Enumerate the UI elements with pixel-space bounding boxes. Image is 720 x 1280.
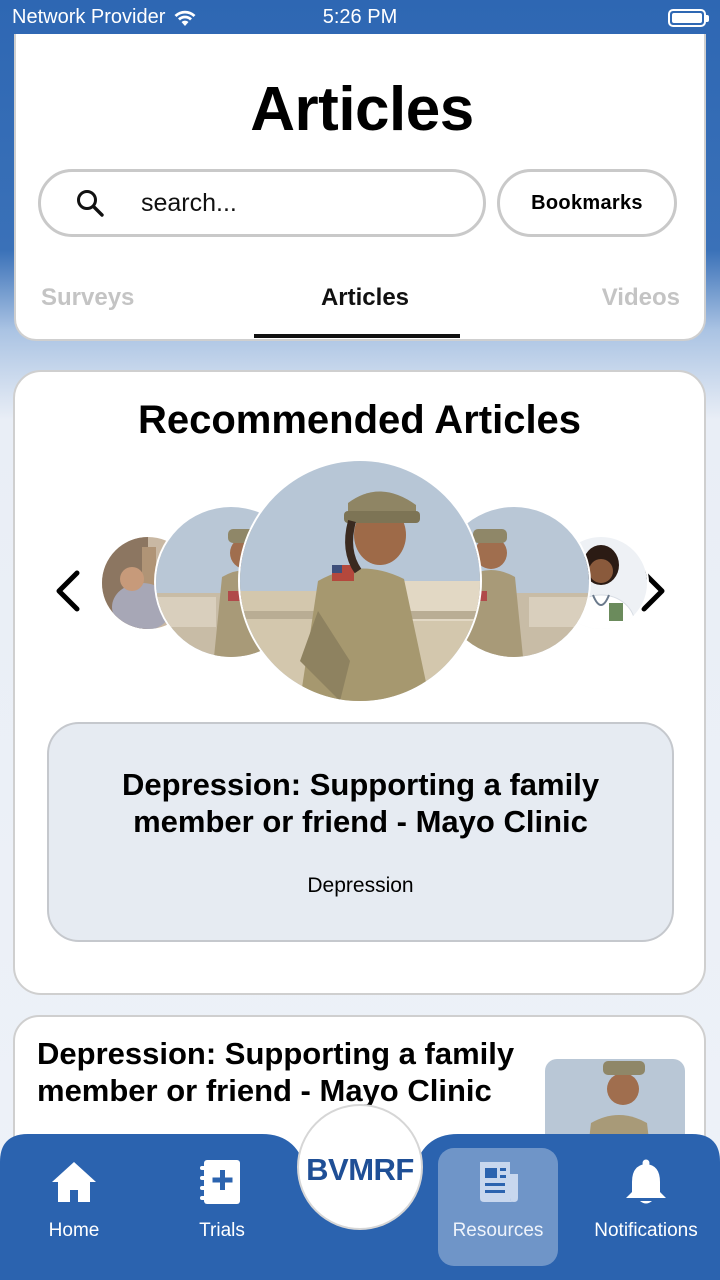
nav-notifications-label: Notifications	[594, 1220, 698, 1241]
resources-icon	[480, 1162, 518, 1202]
nav-home[interactable]: Home	[4, 1134, 144, 1280]
brand-logo-text: BVMRF	[306, 1152, 414, 1187]
search-icon	[77, 190, 104, 217]
bookmarks-button[interactable]: Bookmarks	[497, 169, 677, 237]
nav-trials-label: Trials	[199, 1220, 245, 1241]
search-box[interactable]	[38, 169, 486, 237]
status-bar: Network Provider 5:26 PM	[0, 0, 720, 36]
tab-videos[interactable]: Videos	[602, 284, 680, 312]
chevron-left-icon[interactable]	[51, 568, 85, 614]
active-tab-indicator	[254, 334, 460, 338]
nav-resources-label: Resources	[452, 1220, 544, 1241]
nav-home-label: Home	[48, 1220, 100, 1241]
search-input[interactable]	[141, 188, 441, 218]
featured-article-title: Depression: Supporting a family member o…	[121, 767, 600, 839]
recommended-title: Recommended Articles	[137, 398, 582, 442]
nav-resources[interactable]: Resources	[438, 1134, 558, 1280]
recommended-articles-card: Recommended Articles Depression: Support…	[13, 370, 706, 995]
bottom-nav: BVMRF Home Trials Resources Notification…	[0, 1104, 720, 1280]
featured-article-tag: Depression	[307, 874, 414, 897]
bell-icon	[626, 1159, 666, 1204]
status-time: 5:26 PM	[322, 6, 398, 28]
battery-icon	[668, 9, 709, 27]
featured-article[interactable]: Depression: Supporting a family member o…	[47, 722, 674, 942]
header-card: Articles Bookmarks Surveys Articles Vide…	[14, 34, 706, 341]
nav-trials[interactable]: Trials	[152, 1134, 292, 1280]
nav-notifications[interactable]: Notifications	[576, 1134, 716, 1280]
article-list-item-title: Depression: Supporting a family member o…	[37, 1036, 515, 1108]
trials-icon	[200, 1160, 240, 1204]
brand-logo: BVMRF	[297, 1104, 423, 1230]
page-title: Articles	[250, 75, 474, 144]
home-icon	[52, 1162, 96, 1202]
carousel-thumbnail-center[interactable]	[240, 461, 480, 701]
